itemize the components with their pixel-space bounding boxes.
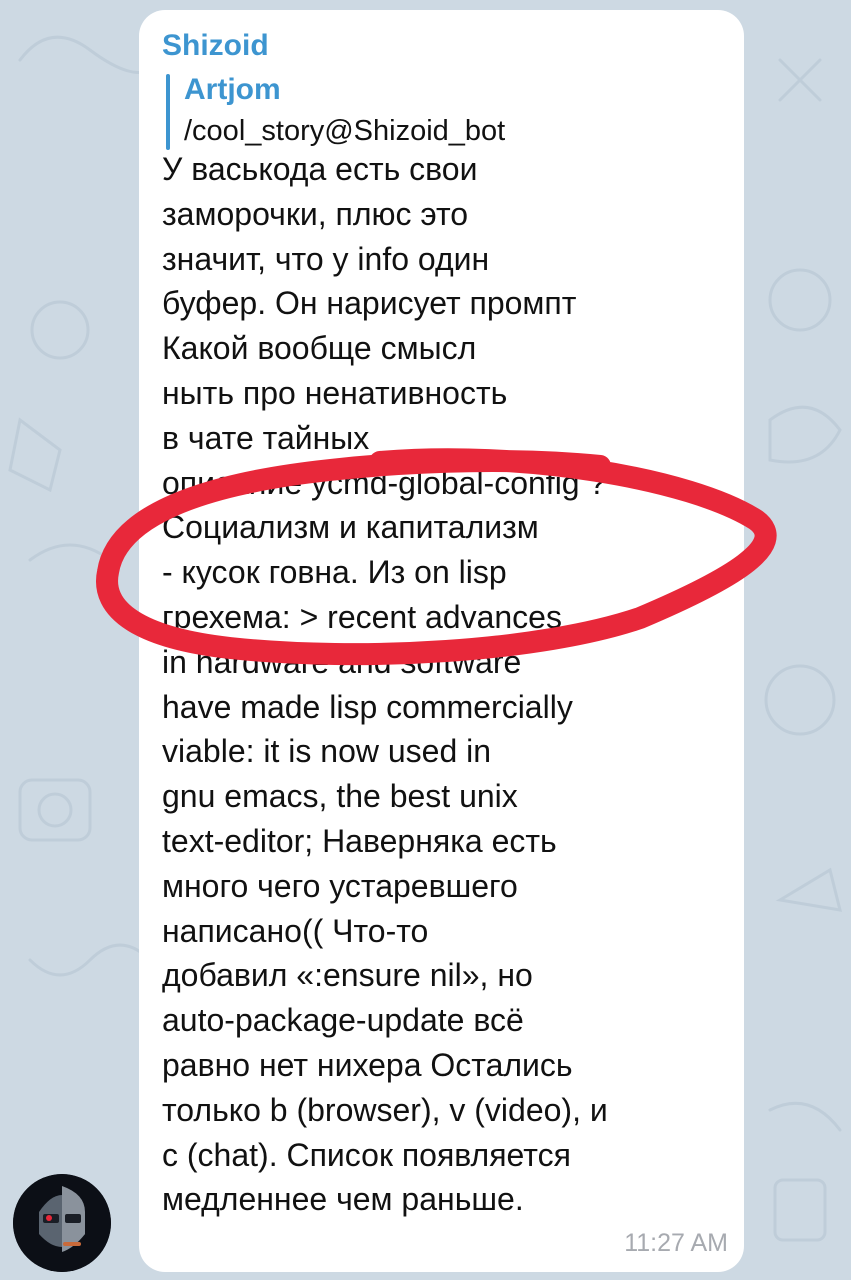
message-line: Социализм и капитализм [162,509,539,546]
message-line: c (chat). Список появляется [162,1136,571,1173]
message-line: in hardware and software [162,643,522,680]
robot-face-icon [13,1174,111,1272]
sender-avatar[interactable] [13,1174,111,1272]
message-line: заморочки, плюс это [162,195,469,232]
message-line: значит, что у info один [162,240,490,277]
reply-author: Artjom [184,73,281,106]
message-line: грехема: > recent advances [162,598,562,635]
message-line: буфер. Он нарисует промпт [162,285,577,322]
reply-quote[interactable]: Artjom /cool_story@Shizoid_bot [162,70,720,160]
message-line: text-editor; Наверняка есть [162,822,557,859]
message-line: have made lisp commercially [162,688,573,725]
message-line: медленнее чем раньше. [162,1181,524,1218]
message-line: только b (browser), v (video), и [162,1091,608,1128]
message-line: равно нет нихера Остались [162,1046,573,1083]
message-line: написано(( Что-то [162,912,429,949]
message-line: в чате тайных [162,419,370,456]
message-line: Какой вообще смысл [162,330,477,367]
message-line: добавил «:ensure nil», но [162,957,533,994]
reply-text: /cool_story@Shizoid_bot [184,115,506,147]
message-line: viable: it is now used in [162,733,492,770]
message-line: много чего устаревшего [162,867,518,904]
message-line: - кусок говна. Из on lisp [162,554,507,591]
message-line: gnu emacs, the best unix [162,778,518,815]
message-bubble[interactable]: Shizoid Artjom /cool_story@Shizoid_bot У… [139,10,744,1272]
message-line: auto-package-update всё [162,1002,524,1039]
sender-name[interactable]: Shizoid [162,26,720,66]
reply-quote-bar [166,74,170,150]
message-timestamp: 11:27 AM [624,1229,728,1257]
message-line: ныть про ненативность [162,374,508,411]
message-text: У васькода есть свои заморочки, плюс это… [162,147,720,1222]
message-line: описание ycmd-global-config ? [162,464,607,501]
